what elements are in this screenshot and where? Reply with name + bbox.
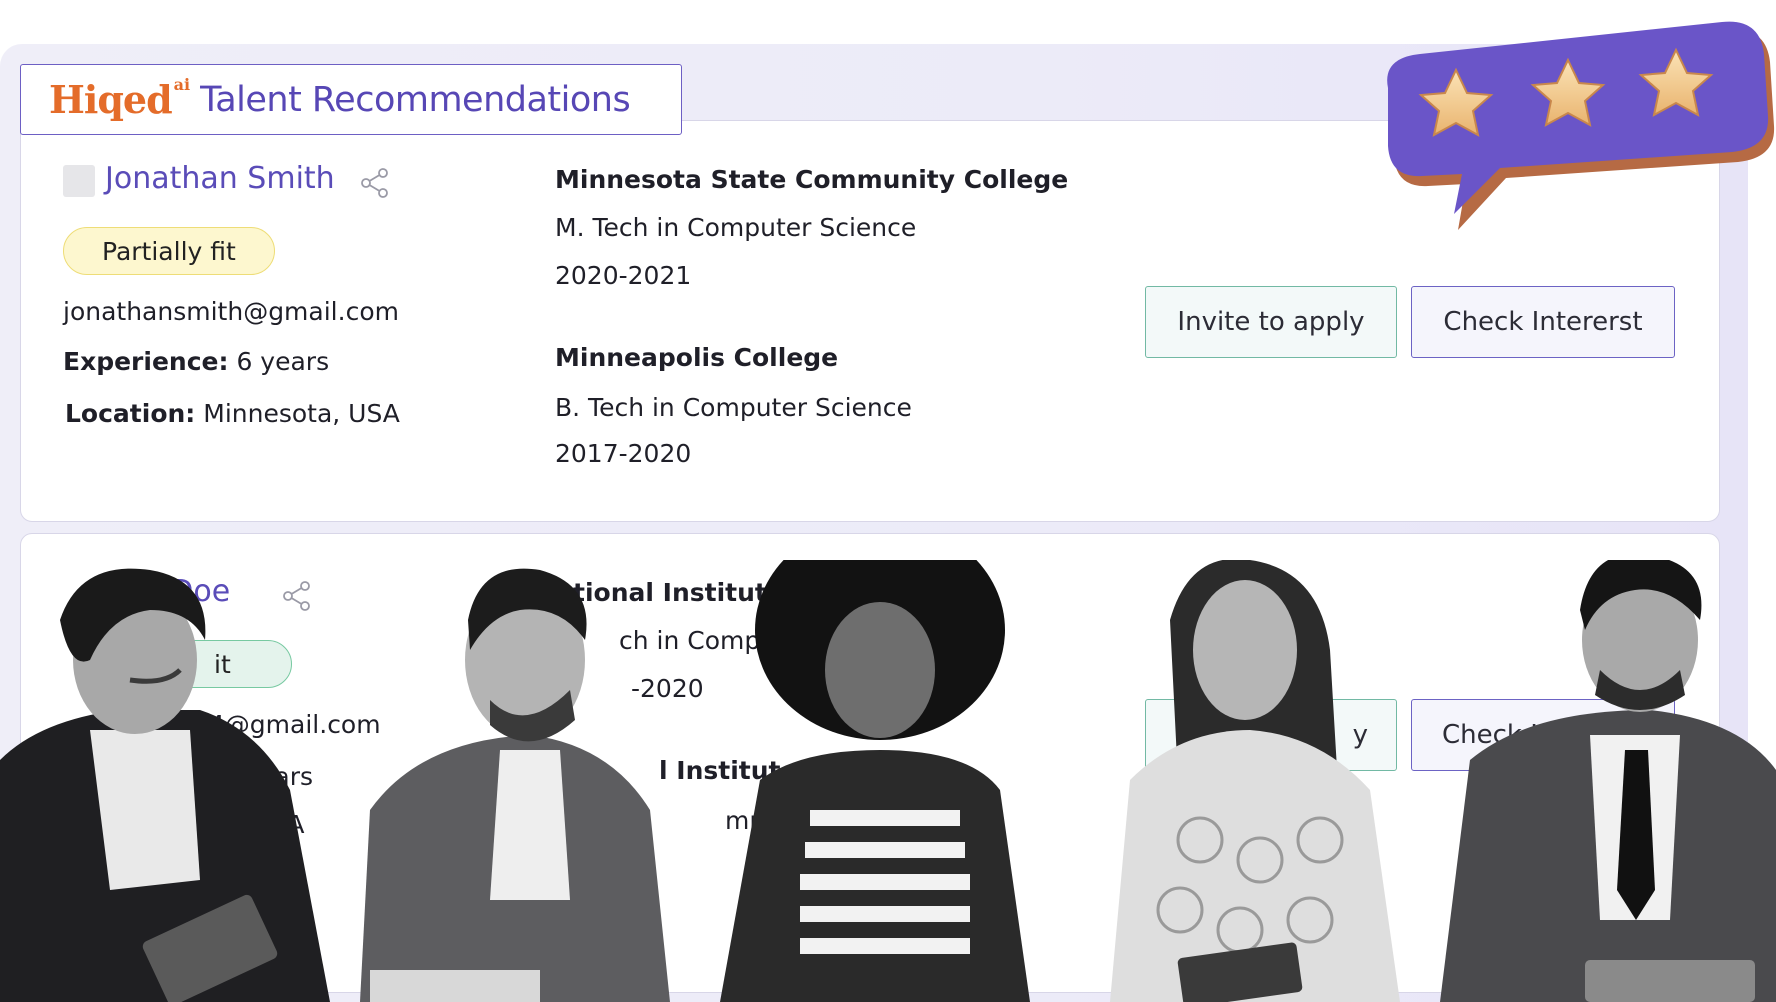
logo-suffix: ai — [173, 74, 191, 94]
rating-bubble-icon — [1387, 21, 1775, 230]
education-institution: Minneapolis College — [555, 343, 839, 372]
candidate-email: jonathansmith@gmail.com — [63, 297, 399, 326]
person-man-glasses — [360, 568, 670, 1002]
education-degree: M. Tech in Computer Science — [555, 213, 917, 242]
candidate-experience: Experience: 6 years — [63, 347, 329, 376]
location-value: Minnesota, USA — [203, 399, 400, 428]
select-checkbox[interactable] — [63, 165, 95, 197]
experience-label: Experience: — [63, 347, 229, 376]
education-institution: Minnesota State Community College — [555, 165, 1069, 194]
education-years: 2020-2021 — [555, 261, 692, 290]
fit-status-badge: Partially fit — [63, 227, 275, 275]
page-title: Talent Recommendations — [200, 79, 631, 120]
experience-value: 6 years — [236, 347, 330, 376]
candidate-name[interactable]: Jonathan Smith — [105, 161, 335, 196]
person-woman-lace — [1110, 560, 1400, 1002]
person-man-suit — [1440, 560, 1776, 1002]
education-degree: B. Tech in Computer Science — [555, 393, 912, 422]
brand-logo: Hiqed ai — [49, 75, 190, 122]
education-years: 2017-2020 — [555, 439, 692, 468]
person-woman-tablet — [0, 568, 330, 1002]
team-photo — [0, 560, 1776, 1002]
share-icon[interactable] — [359, 167, 391, 199]
person-woman-curly — [720, 560, 1030, 1002]
location-label: Location: — [65, 399, 196, 428]
page-header: Hiqed ai Talent Recommendations — [20, 64, 682, 135]
candidate-location: Location: Minnesota, USA — [65, 399, 400, 428]
invite-to-apply-button[interactable]: Invite to apply — [1145, 286, 1397, 358]
logo-wordmark: Hiqed — [49, 76, 173, 122]
check-interest-button[interactable]: Check Intererst — [1411, 286, 1675, 358]
